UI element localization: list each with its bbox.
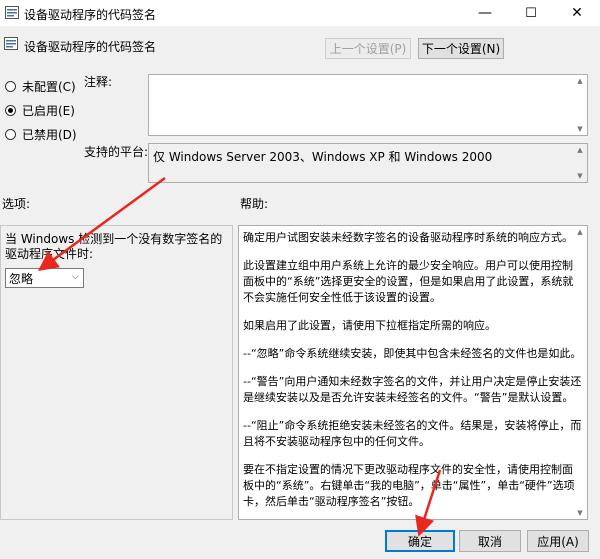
prev-setting-button[interactable]: 上一个设置(P) — [325, 38, 411, 59]
help-text: 确定用户试图安装未经数字签名的设备驱动程序时系统的响应方式。此设置建立组中用户系… — [239, 226, 587, 510]
chevron-down-icon: ⌵ — [72, 272, 79, 282]
platform-field: 仅 Windows Server 2003、Windows XP 和 Windo… — [148, 143, 588, 183]
options-label: 选项: — [2, 197, 31, 211]
scroll-up-icon[interactable]: ▲ — [575, 77, 585, 85]
radio-label: 未配置(C) — [22, 80, 76, 94]
radio-disabled[interactable]: 已禁用(D) — [5, 126, 77, 143]
scroll-down-icon[interactable]: ▼ — [575, 125, 585, 133]
help-paragraph: --“警告”向用户通知未经数字签名的文件，并让用户决定是停止安装还是继续安装以及… — [243, 375, 582, 404]
radio-circle — [5, 105, 16, 116]
radio-enabled[interactable]: 已启用(E) — [5, 102, 75, 119]
policy-app-icon — [5, 6, 19, 19]
window-title: 设备驱动程序的代码签名 — [24, 8, 157, 22]
dropdown-value: 忽略 — [9, 271, 34, 286]
maximize-button[interactable]: ☐ — [508, 0, 554, 26]
platform-label: 支持的平台: — [84, 145, 149, 159]
radio-label: 已禁用(D) — [22, 128, 77, 142]
scroll-down-icon[interactable]: ▼ — [575, 509, 585, 517]
help-paragraph: 要在不指定设置的情况下更改驱动程序文件的安全性，请使用控制面板中的“系统”。右键… — [243, 463, 575, 508]
radio-label: 已启用(E) — [22, 104, 75, 118]
help-paragraph: 此设置建立组中用户系统上允许的最少安全响应。用户可以使用控制面板中的“系统”选择… — [243, 259, 574, 304]
scroll-up-icon[interactable]: ▲ — [575, 228, 585, 236]
next-setting-button[interactable]: 下一个设置(N) — [418, 38, 504, 59]
scroll-up-icon[interactable]: ▲ — [575, 146, 585, 154]
policy-name: 设备驱动程序的代码签名 — [24, 40, 157, 54]
help-label: 帮助: — [240, 197, 269, 211]
radio-circle — [5, 129, 16, 140]
minimize-button[interactable]: — — [462, 0, 508, 26]
help-paragraph: --“忽略”命令系统继续安装，即使其中包含未经签名的文件也是如此。 — [243, 347, 582, 360]
help-paragraph: 如果启用了此设置，请使用下拉框指定所需的响应。 — [243, 319, 496, 332]
options-description: 当 Windows 检测到一个没有数字签名的驱动程序文件时: — [5, 232, 223, 261]
close-button[interactable]: ✕ — [554, 0, 600, 26]
policy-icon — [4, 37, 18, 50]
comment-textarea[interactable]: ▲ ▼ — [148, 74, 588, 136]
comment-label: 注释: — [84, 75, 113, 89]
help-paragraph: 确定用户试图安装未经数字签名的设备驱动程序时系统的响应方式。 — [243, 231, 573, 244]
platform-value: 仅 Windows Server 2003、Windows XP 和 Windo… — [153, 150, 493, 164]
apply-button[interactable]: 应用(A) — [527, 530, 589, 552]
scroll-down-icon[interactable]: ▼ — [575, 172, 585, 180]
radio-not-configured[interactable]: 未配置(C) — [5, 78, 76, 95]
help-paragraph: --“阻止”命令系统拒绝安装未经签名的文件。结果是，安装将停止，而且将不安装驱动… — [243, 419, 582, 448]
help-pane: 确定用户试图安装未经数字签名的设备驱动程序时系统的响应方式。此设置建立组中用户系… — [238, 225, 588, 520]
response-dropdown[interactable]: 忽略 ⌵ — [5, 268, 84, 288]
cancel-button[interactable]: 取消 — [459, 530, 521, 552]
radio-circle — [5, 81, 16, 92]
ok-button[interactable]: 确定 — [385, 530, 455, 552]
